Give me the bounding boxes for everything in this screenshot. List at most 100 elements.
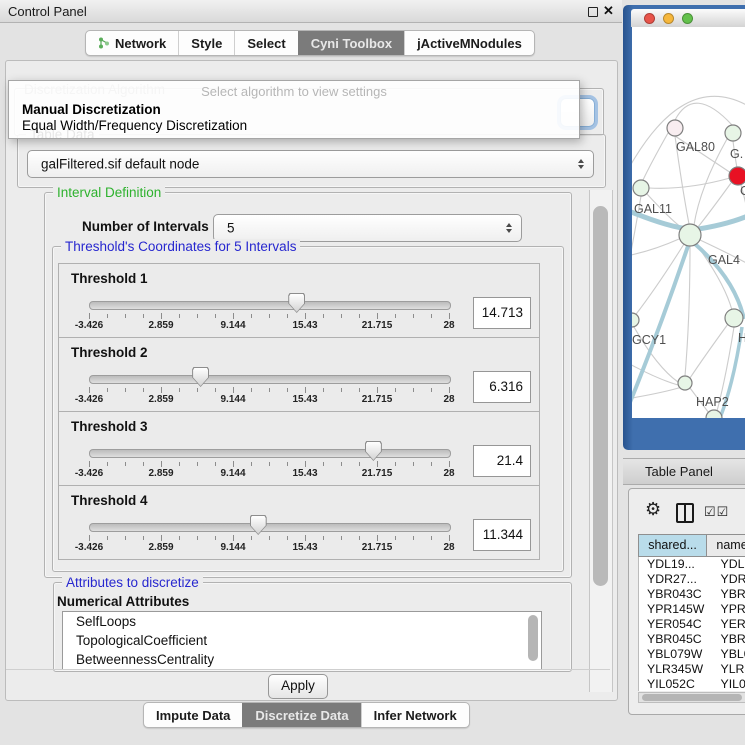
network-edge[interactable] (692, 215, 745, 230)
numerical-attributes-list[interactable]: SelfLoopsTopologicalCoefficientBetweenne… (62, 611, 542, 670)
apply-button[interactable]: Apply (268, 674, 328, 699)
tick-mark (125, 388, 126, 392)
network-node[interactable] (632, 313, 639, 327)
attribute-list-item[interactable]: SelfLoops (63, 612, 541, 631)
slider-thumb[interactable] (192, 367, 209, 387)
attribute-list-item[interactable]: TopologicalCoefficient (63, 631, 541, 650)
table-header-row: shared... name (638, 534, 745, 557)
table-cell-shared-name: YIL052C (639, 677, 715, 691)
network-edge[interactable] (690, 324, 728, 378)
algorithm-option-equal-width[interactable]: Equal Width/Frequency Discretization (22, 118, 247, 133)
close-traffic-light-icon[interactable] (644, 13, 655, 24)
tick-mark (197, 462, 198, 466)
tick-label: 15.43 (292, 468, 317, 479)
float-window-icon[interactable] (588, 7, 598, 17)
network-edge[interactable] (649, 178, 730, 188)
num-intervals-combo[interactable]: 5 (213, 214, 522, 242)
slider-track[interactable] (89, 449, 451, 458)
network-node[interactable] (679, 224, 701, 246)
network-view-titlebar[interactable] (631, 9, 745, 27)
table-hscrollbar[interactable] (638, 692, 745, 703)
table-row[interactable]: YDL19... YDL1 (639, 557, 745, 572)
table-row[interactable]: YBR045C YBR0 (639, 632, 745, 647)
table-data-combo[interactable]: galFiltered.sif default node (27, 150, 594, 178)
tab-infer-network[interactable]: Infer Network (361, 703, 469, 727)
network-node[interactable] (678, 376, 692, 390)
tick-mark (179, 536, 180, 540)
num-intervals-label: Number of Intervals (82, 219, 209, 234)
table-cell-shared-name: YER054C (639, 617, 715, 632)
control-panel-titlebar[interactable]: Control Panel (0, 0, 622, 23)
zoom-traffic-light-icon[interactable] (682, 13, 693, 24)
tick-mark (323, 314, 324, 318)
gear-icon[interactable]: ⚙ (645, 499, 661, 520)
network-graph: GAL80G.CGAL11GAL4HGCY1HAP2 (632, 27, 745, 418)
network-canvas[interactable]: GAL80G.CGAL11GAL4HGCY1HAP2 (632, 27, 745, 418)
slider-track[interactable] (89, 375, 451, 384)
algorithm-option-manual[interactable]: Manual Discretization (22, 102, 161, 117)
network-node[interactable] (725, 125, 741, 141)
threshold-label: Threshold 4 (71, 493, 148, 508)
tick-mark (395, 314, 396, 318)
table-row[interactable]: YPR145W YPR1 (639, 602, 745, 617)
slider-thumb[interactable] (288, 293, 305, 313)
table-row[interactable]: YLR345W YLR3 (639, 662, 745, 677)
tab-style[interactable]: Style (178, 31, 234, 55)
table-row[interactable]: YIL052C YIL0 (639, 677, 745, 691)
attribute-items: SelfLoopsTopologicalCoefficientBetweenne… (63, 612, 541, 669)
slider-thumb[interactable] (365, 441, 382, 461)
tab-impute-data[interactable]: Impute Data (144, 703, 242, 727)
table-header-shared-name[interactable]: shared... (638, 534, 707, 557)
network-edge[interactable] (632, 387, 682, 399)
network-node[interactable] (729, 167, 745, 185)
slider-ticks (89, 461, 449, 468)
minimize-traffic-light-icon[interactable] (663, 13, 674, 24)
table-row[interactable]: YER054C YER0 (639, 617, 745, 632)
table-hscrollbar-thumb[interactable] (642, 694, 742, 701)
tick-mark (323, 462, 324, 466)
tick-mark (413, 314, 414, 318)
tick-label: 15.43 (292, 394, 317, 405)
table-cell-shared-name: YBR045C (639, 632, 715, 647)
bottom-tab-bar: Impute Data Discretize Data Infer Networ… (143, 702, 470, 728)
table-row[interactable]: YBL079W YBL0 (639, 647, 745, 662)
network-node[interactable] (633, 180, 649, 196)
attributes-scrollbar[interactable] (528, 615, 538, 661)
threshold-value-field[interactable]: 21.4 (473, 445, 531, 477)
panel-scrollbar-thumb[interactable] (593, 206, 608, 586)
slider-track[interactable] (89, 301, 451, 310)
network-edge[interactable] (675, 103, 732, 125)
panel-scrollbar[interactable] (589, 190, 613, 692)
table-row[interactable]: YBR043C YBR0 (639, 587, 745, 602)
tab-jactivemnodules[interactable]: jActiveMNodules (404, 31, 534, 55)
network-node-label: C (740, 184, 745, 198)
tab-discretize-data[interactable]: Discretize Data (242, 703, 360, 727)
attribute-list-item[interactable]: BetweennessCentrality (63, 650, 541, 669)
slider-track[interactable] (89, 523, 451, 532)
network-edge[interactable] (632, 246, 688, 417)
table-panel-titlebar[interactable]: Table Panel (623, 458, 745, 485)
network-edge[interactable] (632, 239, 679, 256)
network-node[interactable] (667, 120, 683, 136)
tick-mark (197, 536, 198, 540)
network-node[interactable] (706, 410, 722, 418)
threshold-value-field[interactable]: 11.344 (473, 519, 531, 551)
network-node[interactable] (725, 309, 743, 327)
table-cell-shared-name: YDR27... (639, 572, 715, 587)
threshold-value-field[interactable]: 6.316 (473, 371, 531, 403)
checkbox-checked-icon[interactable]: ☑☑ (704, 504, 729, 520)
tab-select[interactable]: Select (234, 31, 297, 55)
column-split-icon[interactable] (676, 503, 694, 523)
tick-label: 28 (443, 468, 454, 479)
tick-mark (251, 314, 252, 318)
slider-tick-labels: -3.4262.8599.14415.4321.71528 (89, 468, 449, 480)
tab-cyni-toolbox[interactable]: Cyni Toolbox (298, 31, 404, 55)
threshold-value-field[interactable]: 14.713 (473, 297, 531, 329)
slider-thumb[interactable] (250, 515, 267, 535)
table-row[interactable]: YDR27... YDR2 (639, 572, 745, 587)
tab-network[interactable]: Network (86, 31, 178, 55)
network-edge[interactable] (685, 246, 690, 376)
tick-mark (233, 461, 234, 467)
close-icon[interactable]: ✕ (603, 3, 614, 19)
table-header-name[interactable]: name (706, 534, 745, 557)
